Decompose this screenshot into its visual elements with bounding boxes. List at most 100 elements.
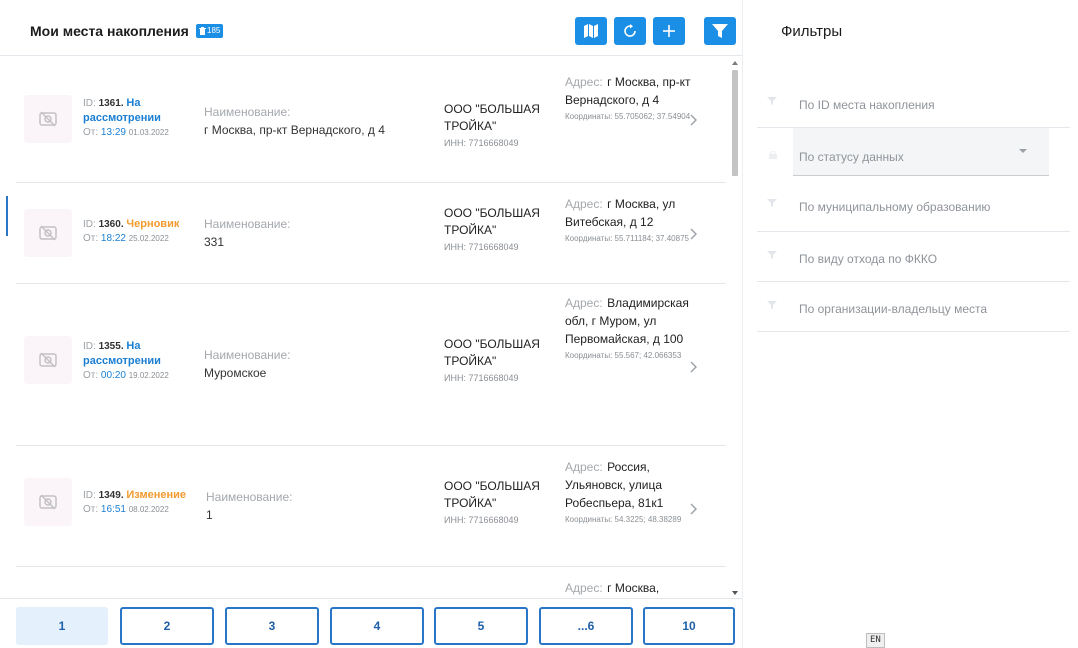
pagination: 1 2 3 4 5 ...6 10 bbox=[0, 598, 742, 648]
name-value: 331 bbox=[204, 235, 225, 249]
language-indicator[interactable]: EN bbox=[866, 633, 885, 648]
place-id: 1355 bbox=[98, 341, 121, 352]
org-name: ООО "БОЛЬШАЯ ТРОЙКА" bbox=[444, 337, 540, 368]
coords-value: 54.3225; 48.38289 bbox=[614, 515, 682, 524]
chevron-down-icon bbox=[1019, 149, 1027, 153]
refresh-icon bbox=[624, 24, 636, 37]
filter-label: По ID места накопления bbox=[799, 98, 935, 112]
scroll-down-arrow-icon[interactable] bbox=[732, 591, 738, 595]
created-date: 25.02.2022 bbox=[128, 234, 169, 243]
scroll-thumb[interactable] bbox=[732, 70, 738, 176]
name-label: Наименование: bbox=[204, 105, 291, 119]
main-pane: Мои места накопления 185 ID: 1361. На ра… bbox=[0, 0, 742, 648]
page-title: Мои места накопления bbox=[30, 23, 189, 39]
id-block: ID: 1361. На рассмотрении От: 13:29 01.0… bbox=[83, 97, 169, 138]
name-block: Наименование: 1 bbox=[206, 488, 426, 524]
list-header: Мои места накопления 185 bbox=[0, 0, 742, 56]
created-date: 01.03.2022 bbox=[128, 128, 169, 137]
count-badge: 185 bbox=[196, 24, 224, 38]
page-button-6[interactable]: ...6 bbox=[539, 607, 633, 645]
refresh-button[interactable] bbox=[614, 17, 646, 45]
chevron-right-icon[interactable] bbox=[688, 360, 698, 374]
chevron-right-icon[interactable] bbox=[688, 113, 698, 127]
list-item[interactable]: ID: 1355. На рассмотрении От: 00:20 19.0… bbox=[16, 284, 726, 446]
filter-toggle-button[interactable] bbox=[704, 17, 736, 45]
id-block: ID: 1355. На рассмотрении От: 00:20 19.0… bbox=[83, 340, 169, 381]
chevron-right-icon[interactable] bbox=[688, 227, 698, 241]
org-name: ООО "БОЛЬШАЯ ТРОЙКА" bbox=[444, 102, 540, 133]
org-name: ООО "БОЛЬШАЯ ТРОЙКА" bbox=[444, 479, 540, 510]
name-block: Наименование: г Москва, пр-кт Вернадског… bbox=[204, 103, 424, 139]
filter-by-fkko[interactable]: По виду отхода по ФККО bbox=[757, 232, 1070, 282]
created-date: 19.02.2022 bbox=[128, 371, 169, 380]
name-block: Наименование: Муромское bbox=[204, 346, 424, 382]
select-label: По статусу данных bbox=[799, 150, 904, 164]
org-block: ООО "БОЛЬШАЯ ТРОЙКА" ИНН: 7716668049 bbox=[444, 101, 556, 152]
count-value: 185 bbox=[207, 26, 221, 35]
address-block: Адрес: г Москва, пр-кт Вернадского, д 4 … bbox=[565, 75, 691, 121]
created-time: 16:51 bbox=[100, 504, 126, 515]
filters-pane: Фильтры По ID места накопления По статус… bbox=[742, 0, 1078, 648]
filter-label: По виду отхода по ФККО bbox=[799, 252, 938, 266]
list-item[interactable]: ID: 1349. Изменение От: 16:51 08.02.2022… bbox=[16, 446, 726, 567]
list-item[interactable]: ID: 1360. Черновик От: 18:22 25.02.2022 … bbox=[16, 183, 726, 284]
name-label: Наименование: bbox=[204, 348, 291, 362]
map-icon bbox=[584, 24, 598, 38]
list-scrollbar[interactable] bbox=[729, 60, 741, 597]
page-button-4[interactable]: 4 bbox=[330, 607, 424, 645]
inn-value: 7716668049 bbox=[468, 138, 519, 148]
status-label: Изменение bbox=[126, 489, 187, 501]
map-button[interactable] bbox=[575, 17, 607, 45]
filter-label: По муниципальному образованию bbox=[799, 200, 991, 214]
name-value: Муромское bbox=[204, 366, 267, 380]
plus-icon bbox=[663, 25, 675, 37]
no-image-icon bbox=[24, 478, 72, 526]
address-value: г Москва, bbox=[607, 581, 660, 595]
created-time: 00:20 bbox=[100, 370, 126, 381]
place-id: 1360 bbox=[98, 219, 121, 230]
filters-title: Фильтры bbox=[781, 23, 843, 40]
org-name: ООО "БОЛЬШАЯ ТРОЙКА" bbox=[444, 206, 540, 237]
name-label: Наименование: bbox=[204, 217, 291, 231]
add-button[interactable] bbox=[653, 17, 685, 45]
page-button-3[interactable]: 3 bbox=[225, 607, 319, 645]
list-item[interactable]: ID: 1361. На рассмотрении От: 13:29 01.0… bbox=[16, 57, 726, 183]
status-select[interactable]: По статусу данных bbox=[793, 128, 1049, 176]
id-block: ID: 1349. Изменение От: 16:51 08.02.2022 bbox=[83, 489, 187, 515]
page-button-1[interactable]: 1 bbox=[16, 607, 108, 645]
filter-by-owner[interactable]: По организации-владельцу места bbox=[757, 282, 1070, 332]
created-time: 18:22 bbox=[100, 233, 126, 244]
filter-label: По организации-владельцу места bbox=[799, 302, 988, 316]
page-button-last[interactable]: 10 bbox=[643, 607, 735, 645]
name-value: 1 bbox=[206, 508, 213, 522]
coords-value: 55.705062; 37.54904 bbox=[614, 112, 691, 121]
filter-by-id[interactable]: По ID места накопления bbox=[757, 76, 1070, 128]
created-date: 08.02.2022 bbox=[128, 505, 169, 514]
page-button-5[interactable]: 5 bbox=[434, 607, 528, 645]
address-block: Адрес: г Москва, bbox=[565, 581, 660, 595]
status-label: Черновик bbox=[126, 218, 180, 230]
address-block: Адрес: Россия, Ульяновск, улица Робеспье… bbox=[565, 460, 682, 524]
created-time: 13:29 bbox=[100, 127, 126, 138]
coords-value: 55.567; 42.066353 bbox=[614, 351, 682, 360]
lock-icon bbox=[769, 151, 777, 159]
org-block: ООО "БОЛЬШАЯ ТРОЙКА" ИНН: 7716668049 bbox=[444, 336, 556, 387]
address-block: Адрес: г Москва, ул Витебская, д 12 Коор… bbox=[565, 197, 689, 243]
no-image-icon bbox=[24, 209, 72, 257]
name-label: Наименование: bbox=[206, 490, 293, 504]
name-value: г Москва, пр-кт Вернадского, д 4 bbox=[204, 123, 385, 137]
place-id: 1349 bbox=[98, 490, 121, 501]
name-block: Наименование: 331 bbox=[204, 215, 424, 251]
no-image-icon bbox=[24, 95, 72, 143]
places-list: ID: 1361. На рассмотрении От: 13:29 01.0… bbox=[0, 57, 742, 597]
filter-icon bbox=[712, 24, 728, 38]
filter-by-municipality[interactable]: По муниципальному образованию bbox=[757, 180, 1070, 232]
org-block: ООО "БОЛЬШАЯ ТРОЙКА" ИНН: 7716668049 bbox=[444, 478, 556, 529]
list-item[interactable]: Адрес: г Москва, bbox=[16, 567, 726, 597]
filter-icon bbox=[767, 97, 777, 105]
page-button-2[interactable]: 2 bbox=[120, 607, 214, 645]
address-block: Адрес: Владимирская обл, г Муром, ул Пер… bbox=[565, 296, 689, 360]
id-block: ID: 1360. Черновик От: 18:22 25.02.2022 bbox=[83, 218, 180, 244]
scroll-up-arrow-icon[interactable] bbox=[732, 61, 738, 65]
chevron-right-icon[interactable] bbox=[688, 502, 698, 516]
